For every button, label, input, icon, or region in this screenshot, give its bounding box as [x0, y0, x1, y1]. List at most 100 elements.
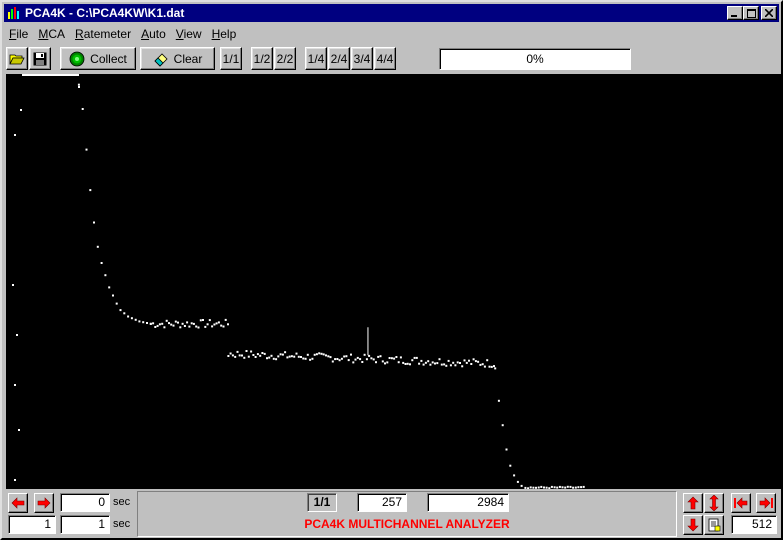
data-point: [415, 356, 418, 359]
data-point: [134, 318, 137, 321]
data-point: [535, 486, 537, 489]
data-point: [356, 356, 359, 359]
scale-expand-button[interactable]: [704, 493, 724, 513]
preset-time-field[interactable]: 1: [60, 515, 110, 534]
data-point: [352, 361, 355, 364]
scroll-right-button[interactable]: [34, 493, 54, 513]
data-point: [306, 353, 309, 356]
data-point: [297, 355, 300, 358]
close-button[interactable]: [761, 6, 777, 20]
data-point: [386, 361, 389, 364]
data-point: [474, 360, 477, 363]
zoom-button-1-4[interactable]: 1/4: [305, 47, 327, 70]
data-point: [490, 365, 493, 368]
data-point: [245, 350, 248, 352]
arrow-right-bar-icon: [759, 497, 773, 509]
data-point: [183, 325, 186, 327]
data-point: [329, 356, 332, 359]
data-point: [277, 355, 280, 358]
data-point: [336, 358, 339, 360]
menu-ratemeter[interactable]: Ratemeter: [70, 27, 136, 41]
data-point: [411, 359, 414, 362]
data-point: [268, 356, 271, 359]
menu-help[interactable]: Help: [207, 27, 242, 41]
spectrum-plot[interactable]: [6, 74, 781, 489]
data-point: [486, 359, 489, 362]
data-point: [325, 354, 327, 357]
data-point: [384, 362, 386, 365]
data-point: [494, 367, 497, 370]
minimize-button[interactable]: [727, 6, 743, 20]
zoom-button-1-1[interactable]: 1/1: [220, 47, 242, 70]
data-point: [152, 322, 155, 325]
preset-field[interactable]: 1: [8, 515, 56, 534]
data-point: [463, 359, 466, 362]
report-button[interactable]: [704, 515, 724, 535]
data-point: [290, 355, 293, 358]
data-point: [561, 486, 564, 489]
progress-text: 0%: [526, 52, 544, 66]
jump-start-button[interactable]: [731, 493, 751, 513]
data-point: [334, 358, 337, 361]
data-point: [550, 485, 553, 488]
data-point: [459, 362, 461, 364]
data-point: [127, 315, 130, 318]
zoom-button-3-4[interactable]: 3/4: [351, 47, 373, 70]
data-point: [247, 355, 250, 358]
data-point: [529, 486, 532, 489]
data-point: [108, 286, 111, 289]
scale-up-button[interactable]: [683, 493, 703, 513]
data-point: [174, 320, 177, 323]
collect-button[interactable]: Collect: [60, 47, 136, 70]
zoom-button-1-2[interactable]: 1/2: [251, 47, 273, 70]
scale-field[interactable]: 512: [731, 515, 777, 534]
scale-down-button[interactable]: [683, 515, 703, 535]
menu-auto[interactable]: Auto: [136, 27, 171, 41]
data-point: [77, 83, 80, 86]
data-point: [370, 357, 373, 360]
clear-button[interactable]: Clear: [140, 47, 215, 70]
data-point: [390, 357, 393, 360]
data-point: [438, 358, 441, 361]
open-button[interactable]: [6, 47, 28, 70]
zoom-button-2-2[interactable]: 2/2: [274, 47, 296, 70]
title-bar[interactable]: PCA4K - C:\PCA4KW\K1.dat: [4, 4, 779, 22]
data-point: [320, 352, 323, 355]
zoom-button-2-4[interactable]: 2/4: [328, 47, 350, 70]
window-title: PCA4K - C:\PCA4KW\K1.dat: [25, 6, 185, 20]
menu-mca[interactable]: MCA: [33, 27, 70, 41]
data-point: [241, 354, 243, 357]
data-point: [422, 363, 425, 366]
data-point: [14, 479, 16, 481]
save-button[interactable]: [29, 47, 51, 70]
data-point: [409, 363, 411, 366]
data-point: [509, 464, 512, 467]
data-point: [85, 148, 88, 151]
maximize-button[interactable]: [743, 6, 759, 20]
data-point: [119, 309, 122, 312]
data-point: [572, 486, 575, 489]
data-point: [188, 325, 191, 328]
data-point: [479, 363, 482, 366]
data-point: [18, 429, 20, 431]
zoom-button-4-4[interactable]: 4/4: [374, 47, 396, 70]
menu-file[interactable]: File: [4, 27, 33, 41]
data-point: [379, 355, 382, 358]
spectrum-canvas: [12, 74, 585, 489]
data-point: [545, 486, 548, 489]
data-point: [236, 350, 239, 353]
scroll-left-button[interactable]: [8, 493, 28, 513]
data-point: [227, 323, 229, 326]
data-point: [130, 317, 133, 320]
jump-end-button[interactable]: [756, 493, 776, 513]
data-point: [281, 353, 284, 356]
data-point: [272, 357, 275, 360]
data-point: [168, 322, 170, 325]
data-point: [393, 357, 396, 360]
data-point: [20, 109, 22, 111]
data-point: [338, 359, 341, 362]
arrow-left-icon: [11, 497, 25, 509]
data-point: [318, 352, 321, 355]
data-point: [397, 361, 400, 364]
menu-view[interactable]: View: [171, 27, 207, 41]
